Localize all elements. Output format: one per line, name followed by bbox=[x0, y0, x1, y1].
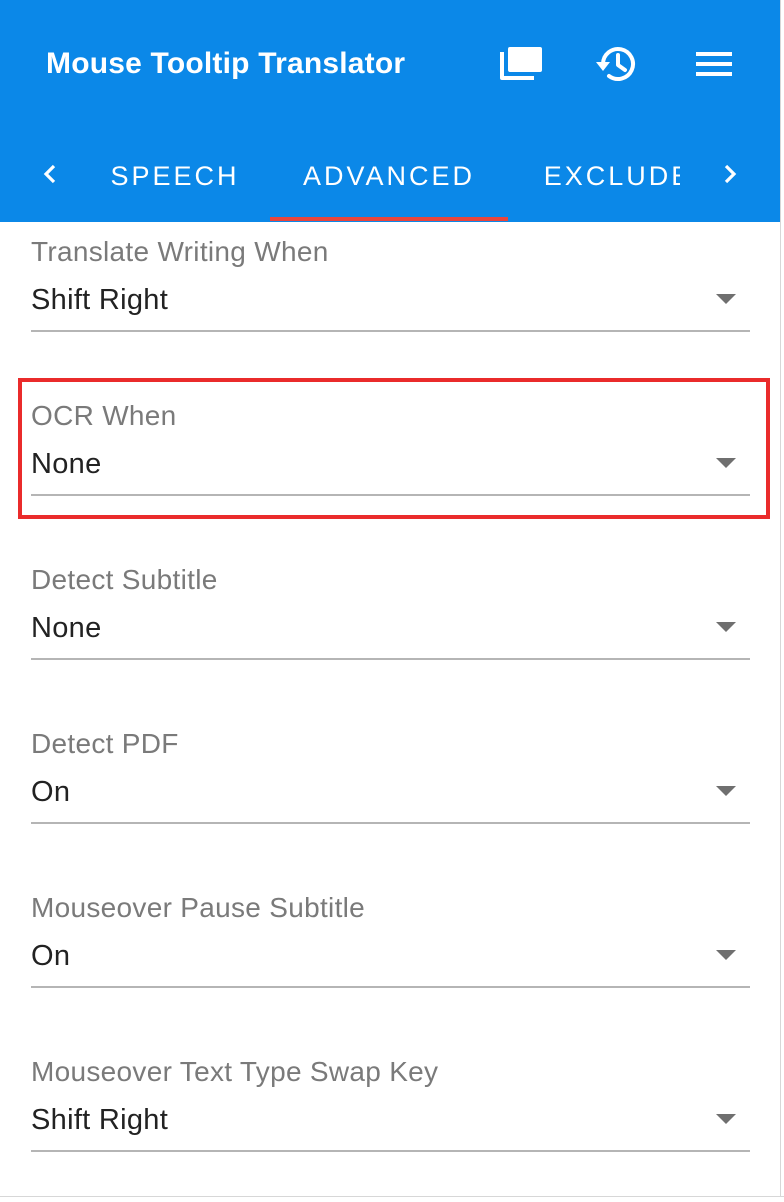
field-underline bbox=[31, 658, 750, 660]
main-menu-button[interactable] bbox=[686, 38, 742, 90]
field-underline bbox=[31, 986, 750, 988]
tab-speech[interactable]: SPEECH bbox=[80, 140, 270, 222]
field-value: None bbox=[31, 448, 102, 480]
history-icon bbox=[596, 47, 635, 81]
field-label: Detect Subtitle bbox=[31, 564, 218, 595]
history-button[interactable] bbox=[590, 38, 646, 90]
tab-strip: SPEECH ADVANCED EXCLUDE bbox=[80, 140, 680, 222]
mouseover-text-type-swap-key-select[interactable]: Mouseover Text Type Swap Key Shift Right bbox=[31, 1042, 750, 1154]
dropdown-arrow-icon bbox=[716, 622, 736, 632]
settings-tabs: SPEECH ADVANCED EXCLUDE bbox=[0, 140, 780, 222]
field-underline bbox=[31, 494, 750, 496]
field-label: OCR When bbox=[31, 400, 177, 431]
app-bar: Mouse Tooltip Translator SPEECH ADVANCED… bbox=[0, 0, 780, 222]
tab-advanced[interactable]: ADVANCED bbox=[270, 140, 508, 222]
hamburger-menu-icon bbox=[696, 52, 732, 76]
field-underline bbox=[31, 822, 750, 824]
tabs-scroll-right-button[interactable] bbox=[710, 152, 750, 196]
detect-subtitle-select[interactable]: Detect Subtitle None bbox=[31, 550, 750, 662]
dropdown-arrow-icon bbox=[716, 1114, 736, 1124]
field-label: Mouseover Pause Subtitle bbox=[31, 892, 366, 923]
window-bottom-edge bbox=[0, 1196, 784, 1202]
mouseover-pause-subtitle-select[interactable]: Mouseover Pause Subtitle On bbox=[31, 878, 750, 990]
ocr-when-select[interactable]: OCR When None bbox=[31, 386, 750, 498]
chevron-left-icon bbox=[43, 164, 56, 184]
field-value: None bbox=[31, 612, 102, 644]
chevron-right-icon bbox=[724, 164, 737, 184]
detect-pdf-select[interactable]: Detect PDF On bbox=[31, 714, 750, 826]
active-tab-indicator bbox=[270, 217, 508, 221]
app-title: Mouse Tooltip Translator bbox=[46, 47, 406, 80]
tab-exclude[interactable]: EXCLUDE bbox=[508, 140, 680, 222]
field-value: Shift Right bbox=[31, 1104, 169, 1136]
field-label: Detect PDF bbox=[31, 728, 179, 759]
field-underline bbox=[31, 1150, 750, 1152]
dropdown-arrow-icon bbox=[716, 786, 736, 796]
window-stack-icon bbox=[500, 47, 542, 80]
window-right-edge bbox=[780, 0, 784, 1202]
window-stack-button[interactable] bbox=[494, 38, 550, 90]
field-value: Shift Right bbox=[31, 284, 169, 316]
dropdown-arrow-icon bbox=[716, 294, 736, 304]
dropdown-arrow-icon bbox=[716, 950, 736, 960]
tabs-scroll-left-button[interactable] bbox=[30, 152, 70, 196]
field-underline bbox=[31, 330, 750, 332]
field-value: On bbox=[31, 940, 71, 972]
dropdown-arrow-icon bbox=[716, 458, 736, 468]
field-value: On bbox=[31, 776, 71, 808]
translate-writing-when-select[interactable]: Translate Writing When Shift Right bbox=[31, 222, 750, 334]
field-label: Translate Writing When bbox=[31, 236, 329, 267]
field-label: Mouseover Text Type Swap Key bbox=[31, 1056, 439, 1087]
